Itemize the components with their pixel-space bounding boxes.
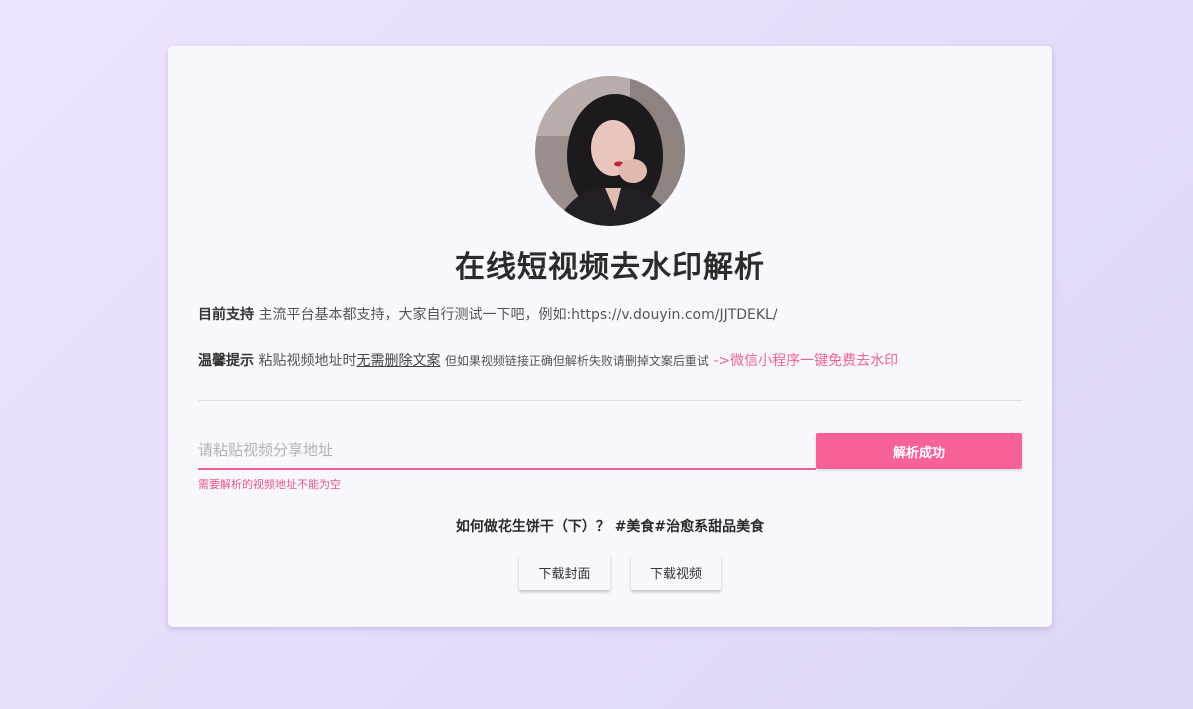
tip-label: 温馨提示 — [198, 353, 254, 369]
url-input-wrapper — [198, 433, 816, 470]
parse-button[interactable]: 解析成功 — [816, 433, 1022, 469]
tip-line: 温馨提示 粘贴视频地址时无需删除文案 但如果视频链接正确但解析失败请删掉文案后重… — [198, 350, 898, 370]
page-title: 在线短视频去水印解析 — [455, 250, 765, 285]
main-card: 在线短视频去水印解析 目前支持 主流平台基本都支持，大家自行测试一下吧，例如:h… — [168, 46, 1052, 627]
input-error-message: 需要解析的视频地址不能为空 — [198, 478, 341, 491]
support-label: 目前支持 — [198, 307, 254, 323]
download-cover-button[interactable]: 下载封面 — [519, 554, 610, 590]
tip-text-prefix: 粘贴视频地址时 — [258, 353, 357, 369]
divider — [198, 400, 1022, 401]
support-text: 主流平台基本都支持，大家自行测试一下吧，例如:https://v.douyin.… — [258, 307, 778, 323]
support-line: 目前支持 主流平台基本都支持，大家自行测试一下吧，例如:https://v.do… — [198, 304, 778, 324]
tip-small-text: 但如果视频链接正确但解析失败请删掉文案后重试 — [444, 354, 709, 368]
video-url-input[interactable] — [198, 433, 816, 466]
mini-program-link[interactable]: ->微信小程序一键免费去水印 — [713, 353, 898, 369]
tip-underline-text: 无需删除文案 — [356, 353, 441, 369]
download-video-button[interactable]: 下载视频 — [631, 554, 721, 590]
video-title: 如何做花生饼干（下）？ #美食#治愈系甜品美食 — [455, 519, 765, 535]
avatar — [535, 76, 685, 226]
